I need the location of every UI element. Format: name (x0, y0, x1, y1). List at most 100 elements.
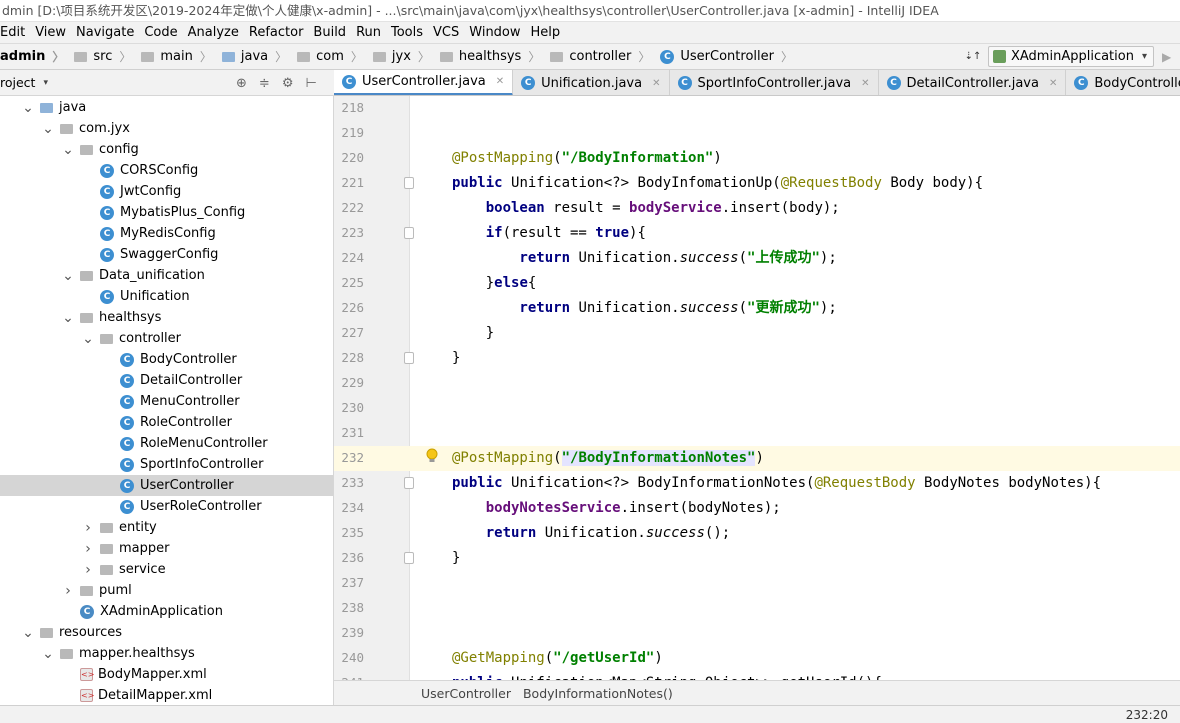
chevron-right-icon[interactable]: › (62, 584, 74, 598)
tree-item-bodycontroller[interactable]: C BodyController (0, 349, 333, 370)
chevron-down-icon[interactable]: ⌄ (42, 122, 54, 136)
menu-item-run[interactable]: Run (351, 22, 386, 43)
chevron-down-icon[interactable]: ⌄ (22, 101, 34, 115)
fold-marker-icon[interactable] (404, 227, 414, 239)
code-line[interactable]: 218 (334, 96, 1180, 121)
breadcrumb-item[interactable]: src 〉 (68, 44, 135, 69)
editor-breadcrumb-item[interactable]: BodyInformationNotes() (523, 686, 673, 701)
fold-marker-icon[interactable] (404, 352, 414, 364)
code-line[interactable]: 219 (334, 121, 1180, 146)
gear-icon[interactable]: ⚙ (282, 76, 294, 91)
breadcrumb-item[interactable]: C UserController 〉 (654, 44, 797, 69)
code-line[interactable]: 225 }else{ (334, 271, 1180, 296)
chevron-down-icon[interactable]: ⌄ (22, 626, 34, 640)
close-icon[interactable]: ✕ (861, 78, 869, 89)
chevron-down-icon[interactable]: ⌄ (42, 647, 54, 661)
tree-item-healthsys[interactable]: ⌄ healthsys (0, 307, 333, 328)
tab-sportinfocontroller-java[interactable]: C SportInfoController.java ✕ (670, 70, 879, 95)
chevron-right-icon[interactable]: › (82, 542, 94, 556)
hide-icon[interactable]: ⊢ (305, 76, 316, 91)
tree-item-unification[interactable]: C Unification (0, 286, 333, 307)
breadcrumb-item[interactable]: java 〉 (216, 44, 291, 69)
tree-item-detailcontroller[interactable]: C DetailController (0, 370, 333, 391)
code-line[interactable]: 224 return Unification.success("上传成功"); (334, 246, 1180, 271)
tree-item-myredisconfig[interactable]: C MyRedisConfig (0, 223, 333, 244)
run-configuration-select[interactable]: XAdminApplication ▾ (987, 46, 1154, 67)
tree-item-rolemenucontroller[interactable]: C RoleMenuController (0, 433, 333, 454)
menu-item-tools[interactable]: Tools (386, 22, 428, 43)
fold-marker-icon[interactable] (404, 477, 414, 489)
code-line[interactable]: 236} (334, 546, 1180, 571)
caret-position[interactable]: 232:20 (1126, 708, 1168, 722)
tree-item-mapper-healthsys[interactable]: ⌄ mapper.healthsys (0, 643, 333, 664)
collapse-all-icon[interactable]: ≑ (259, 76, 270, 91)
breadcrumb-item[interactable]: controller 〉 (544, 44, 654, 69)
sort-icon[interactable]: ⇣↑ (964, 49, 982, 65)
code-line[interactable]: 238 (334, 596, 1180, 621)
menu-item-window[interactable]: Window (464, 22, 525, 43)
code-line[interactable]: 239 (334, 621, 1180, 646)
close-icon[interactable]: ✕ (496, 76, 504, 87)
tree-item-puml[interactable]: › puml (0, 580, 333, 601)
tree-item-controller[interactable]: ⌄ controller (0, 328, 333, 349)
tree-item-corsconfig[interactable]: C CORSConfig (0, 160, 333, 181)
breadcrumb-item[interactable]: admin 〉 (0, 44, 68, 69)
tree-item-xadminapplication[interactable]: C XAdminApplication (0, 601, 333, 622)
tree-item-entity[interactable]: › entity (0, 517, 333, 538)
code-line[interactable]: 226 return Unification.success("更新成功"); (334, 296, 1180, 321)
chevron-down-icon[interactable]: ⌄ (62, 269, 74, 283)
chevron-down-icon[interactable]: ⌄ (62, 311, 74, 325)
tab-usercontroller-java[interactable]: C UserController.java ✕ (334, 70, 514, 95)
tree-item-detailmapper-xml[interactable]: <> DetailMapper.xml (0, 685, 333, 705)
code-line[interactable]: 231 (334, 421, 1180, 446)
code-line[interactable]: 234 bodyNotesService.insert(bodyNotes); (334, 496, 1180, 521)
tree-item-menucontroller[interactable]: C MenuController (0, 391, 333, 412)
code-line[interactable]: 235 return Unification.success(); (334, 521, 1180, 546)
tree-item-swaggerconfig[interactable]: C SwaggerConfig (0, 244, 333, 265)
code-line[interactable]: 222 boolean result = bodyService.insert(… (334, 196, 1180, 221)
menu-item-help[interactable]: Help (526, 22, 566, 43)
breadcrumb-item[interactable]: jyx 〉 (367, 44, 434, 69)
tree-item-mapper[interactable]: › mapper (0, 538, 333, 559)
tab-detailcontroller-java[interactable]: C DetailController.java ✕ (879, 70, 1067, 95)
breadcrumb-item[interactable]: main 〉 (135, 44, 216, 69)
menu-item-edit[interactable]: Edit (0, 22, 30, 43)
code-line[interactable]: 233 public Unification<?> BodyInformation… (334, 471, 1180, 496)
tree-item-com-jyx[interactable]: ⌄ com.jyx (0, 118, 333, 139)
tree-item-service[interactable]: › service (0, 559, 333, 580)
code-line[interactable]: 220 @PostMapping("/BodyInformation") (334, 146, 1180, 171)
code-line[interactable]: 229 (334, 371, 1180, 396)
tree-item-bodymapper-xml[interactable]: <> BodyMapper.xml (0, 664, 333, 685)
menu-item-vcs[interactable]: VCS (428, 22, 464, 43)
fold-marker-icon[interactable] (404, 552, 414, 564)
locate-icon[interactable]: ⊕ (236, 76, 247, 91)
code-line[interactable]: 227 } (334, 321, 1180, 346)
code-line[interactable]: 230 (334, 396, 1180, 421)
fold-marker-icon[interactable] (404, 177, 414, 189)
run-icon[interactable]: ▶ (1162, 50, 1176, 64)
code-line[interactable]: 228} (334, 346, 1180, 371)
tree-item-resources[interactable]: ⌄ resources (0, 622, 333, 643)
tree-item-rolecontroller[interactable]: C RoleController (0, 412, 333, 433)
tree-item-config[interactable]: ⌄ config (0, 139, 333, 160)
lightbulb-icon[interactable] (426, 448, 438, 464)
breadcrumb-item[interactable]: com 〉 (291, 44, 367, 69)
chevron-down-icon[interactable]: ▾ (43, 78, 48, 88)
close-icon[interactable]: ✕ (1049, 78, 1057, 89)
editor-breadcrumb-item[interactable]: UserController (421, 686, 511, 701)
close-icon[interactable]: ✕ (652, 78, 660, 89)
chevron-right-icon[interactable]: › (82, 521, 94, 535)
menu-item-view[interactable]: View (30, 22, 71, 43)
code-line[interactable]: 232 @PostMapping("/BodyInformationNotes") (334, 446, 1180, 471)
tree-item-userrolecontroller[interactable]: C UserRoleController (0, 496, 333, 517)
breadcrumb-item[interactable]: healthsys 〉 (434, 44, 544, 69)
code-editor[interactable]: 218 219 220 @PostMapping("/BodyInformation"… (334, 96, 1180, 680)
tree-item-mybatisplus-config[interactable]: C MybatisPlus_Config (0, 202, 333, 223)
menu-item-navigate[interactable]: Navigate (71, 22, 139, 43)
tab-bodycontroller-java[interactable]: CBodyController.java✕ (1066, 70, 1180, 95)
tree-item-sportinfocontroller[interactable]: C SportInfoController (0, 454, 333, 475)
menu-item-build[interactable]: Build (308, 22, 351, 43)
code-line[interactable]: 240 @GetMapping("/getUserId") (334, 646, 1180, 671)
code-line[interactable]: 223 if(result == true){ (334, 221, 1180, 246)
menu-item-analyze[interactable]: Analyze (183, 22, 244, 43)
